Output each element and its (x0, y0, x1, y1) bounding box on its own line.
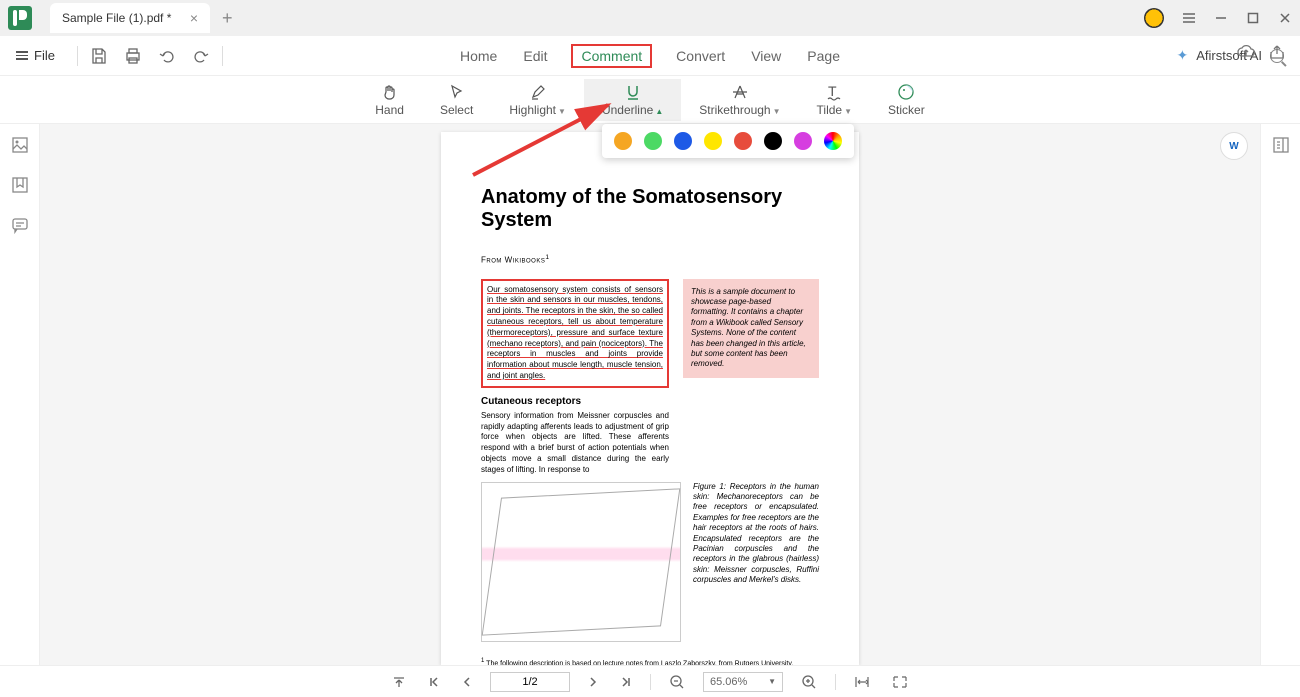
word-badge[interactable]: W (1220, 132, 1248, 160)
zoom-in-icon[interactable] (797, 672, 821, 692)
zoom-out-icon[interactable] (665, 672, 689, 692)
color-magenta[interactable] (794, 132, 812, 150)
right-sidebar (1260, 124, 1300, 665)
next-page-icon[interactable] (584, 674, 602, 690)
status-bar: 65.06%▼ (0, 665, 1300, 697)
fit-width-icon[interactable] (850, 673, 874, 691)
underlined-text-block[interactable]: Our somatosensory system consists of sen… (481, 279, 669, 388)
divider (77, 46, 78, 66)
divider (835, 674, 836, 690)
chevron-down-icon: ▼ (558, 107, 566, 116)
tab-home[interactable]: Home (458, 44, 499, 68)
title-bar: Sample File (1).pdf * × + (0, 0, 1300, 36)
document-canvas[interactable]: Anatomy of the Somatosensory System From… (40, 124, 1260, 665)
cloud-upload-icon[interactable] (1236, 44, 1256, 60)
color-custom[interactable] (824, 132, 842, 150)
color-yellow[interactable] (704, 132, 722, 150)
tab-view[interactable]: View (749, 44, 783, 68)
first-page-icon[interactable] (424, 674, 444, 690)
sticker-tool[interactable]: Sticker (870, 79, 943, 121)
close-tab-icon[interactable]: × (190, 10, 198, 26)
tab-page[interactable]: Page (805, 44, 842, 68)
color-picker-popup (602, 124, 854, 158)
figure-image (481, 482, 681, 642)
file-label: File (34, 48, 55, 63)
app-logo (8, 6, 32, 30)
account-icon[interactable] (1144, 8, 1164, 28)
chevron-down-icon: ▼ (844, 107, 852, 116)
main-tabs: Home Edit Comment Convert View Page (458, 44, 842, 68)
tab-convert[interactable]: Convert (674, 44, 727, 68)
thumbnails-icon[interactable] (11, 136, 29, 154)
pdf-page: Anatomy of the Somatosensory System From… (441, 132, 859, 665)
panel-toggle-icon[interactable] (1272, 136, 1290, 154)
maximize-icon[interactable] (1246, 11, 1260, 25)
strikethrough-tool[interactable]: Strikethrough▼ (681, 79, 798, 121)
zoom-select[interactable]: 65.06%▼ (703, 672, 783, 692)
highlight-tool[interactable]: Highlight▼ (491, 79, 584, 121)
color-black[interactable] (764, 132, 782, 150)
share-icon[interactable] (1268, 44, 1286, 60)
figure-caption: Figure 1: Receptors in the human skin: M… (693, 482, 819, 642)
tab-edit[interactable]: Edit (521, 44, 549, 68)
chevron-up-icon: ▲ (655, 107, 663, 116)
left-sidebar (0, 124, 40, 665)
color-red[interactable] (734, 132, 752, 150)
bookmarks-icon[interactable] (11, 176, 29, 194)
footnote: 1 The following description is based on … (481, 658, 819, 665)
subheading: Cutaneous receptors (481, 396, 669, 407)
tab-comment[interactable]: Comment (571, 44, 652, 68)
color-green[interactable] (644, 132, 662, 150)
chevron-down-icon: ▼ (768, 677, 776, 686)
hand-tool[interactable]: Hand (357, 79, 422, 121)
quick-access-toolbar (90, 47, 210, 65)
menu-bar: File Home Edit Comment Convert View Page… (0, 36, 1300, 76)
workspace: Anatomy of the Somatosensory System From… (0, 124, 1300, 665)
fit-page-icon[interactable] (888, 673, 912, 691)
divider (222, 46, 223, 66)
scroll-top-icon[interactable] (388, 673, 410, 691)
last-page-icon[interactable] (616, 674, 636, 690)
redo-icon[interactable] (192, 47, 210, 65)
body-text: Sensory information from Meissner corpus… (481, 411, 669, 476)
minimize-icon[interactable] (1214, 11, 1228, 25)
page-title: Anatomy of the Somatosensory System (481, 186, 819, 232)
save-icon[interactable] (90, 47, 108, 65)
comments-panel-icon[interactable] (11, 216, 29, 234)
tab-title: Sample File (1).pdf * (62, 11, 171, 25)
document-tab[interactable]: Sample File (1).pdf * × (50, 3, 210, 33)
info-box: This is a sample document to showcase pa… (683, 279, 819, 378)
tilde-tool[interactable]: T Tilde▼ (799, 79, 871, 121)
select-tool[interactable]: Select (422, 79, 491, 121)
page-input[interactable] (490, 672, 570, 692)
print-icon[interactable] (124, 47, 142, 65)
menu-icon[interactable] (1182, 11, 1196, 25)
undo-icon[interactable] (158, 47, 176, 65)
close-window-icon[interactable] (1278, 11, 1292, 25)
chevron-down-icon: ▼ (773, 107, 781, 116)
color-blue[interactable] (674, 132, 692, 150)
hamburger-icon (16, 51, 28, 60)
add-tab-button[interactable]: + (222, 8, 233, 29)
page-source: From Wikibooks1 (481, 254, 819, 265)
prev-page-icon[interactable] (458, 674, 476, 690)
underline-tool[interactable]: Underline▲ (584, 79, 681, 121)
file-menu-button[interactable]: File (16, 48, 55, 63)
svg-text:T: T (828, 83, 837, 99)
divider (650, 674, 651, 690)
comment-toolbar: Hand Select Highlight▼ Underline▲ Strike… (0, 76, 1300, 124)
color-orange[interactable] (614, 132, 632, 150)
ai-star-icon: ✦ (1177, 47, 1189, 64)
